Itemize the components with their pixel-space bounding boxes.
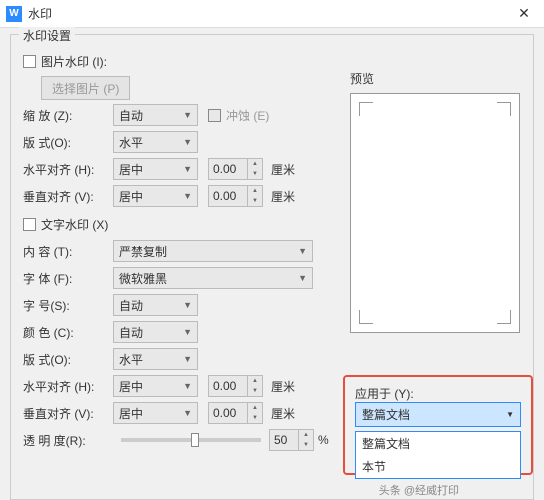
content-select[interactable]: 严禁复制▼ (113, 240, 313, 262)
text-wm-checkbox[interactable] (23, 218, 36, 231)
img-halign-select[interactable]: 居中▼ (113, 158, 198, 180)
img-layout-label: 版 式(O): (23, 134, 113, 151)
apply-to-group: 应用于 (Y): 整篇文档▼ 整篇文档 本节 (343, 375, 533, 475)
opacity-slider[interactable] (121, 438, 261, 442)
color-select[interactable]: 自动▼ (113, 321, 198, 343)
txt-layout-label: 版 式(O): (23, 351, 113, 368)
font-select[interactable]: 微软雅黑▼ (113, 267, 313, 289)
txt-valign-select[interactable]: 居中▼ (113, 402, 198, 424)
preview-label: 预览 (350, 70, 520, 87)
color-label: 颜 色 (C): (23, 324, 113, 341)
scale-label: 缩 放 (Z): (23, 107, 113, 124)
chevron-down-icon: ▼ (183, 164, 192, 174)
text-wm-label: 文字水印 (X) (41, 216, 108, 233)
chevron-down-icon: ▼ (183, 137, 192, 147)
apply-dropdown: 整篇文档 本节 (355, 431, 521, 479)
txt-halign-num[interactable]: 0.00▲▼ (208, 375, 263, 397)
image-wm-label: 图片水印 (I): (41, 53, 107, 70)
close-button[interactable]: ✕ (504, 0, 544, 28)
txt-valign-num[interactable]: 0.00▲▼ (208, 402, 263, 424)
select-image-button[interactable]: 选择图片 (P) (41, 76, 130, 100)
preview-box (350, 93, 520, 333)
titlebar: W 水印 ✕ (0, 0, 544, 28)
image-wm-checkbox[interactable] (23, 55, 36, 68)
img-layout-select[interactable]: 水平▼ (113, 131, 198, 153)
dropdown-triangle-icon: ▼ (506, 410, 514, 419)
img-halign-num[interactable]: 0.00▲▼ (208, 158, 263, 180)
panel-title: 水印设置 (19, 27, 75, 44)
spin-down-icon: ▼ (248, 169, 262, 179)
chevron-down-icon: ▼ (183, 191, 192, 201)
unit: 厘米 (271, 161, 295, 178)
content-label: 内 容 (T): (23, 243, 113, 260)
txt-halign-label: 水平对齐 (H): (23, 378, 113, 395)
opacity-num[interactable]: 50▲▼ (269, 429, 314, 451)
text-wm-row: 文字水印 (X) (23, 213, 343, 235)
preview-area: 预览 (350, 70, 520, 333)
scale-select[interactable]: 自动▼ (113, 104, 198, 126)
img-valign-num[interactable]: 0.00▲▼ (208, 185, 263, 207)
size-select[interactable]: 自动▼ (113, 294, 198, 316)
img-valign-label: 垂直对齐 (V): (23, 188, 113, 205)
txt-layout-select[interactable]: 水平▼ (113, 348, 198, 370)
txt-halign-select[interactable]: 居中▼ (113, 375, 198, 397)
opacity-label: 透 明 度(R): (23, 432, 113, 449)
footer-attribution: 头条 @经威打印 (379, 482, 459, 498)
font-label: 字 体 (F): (23, 270, 113, 287)
size-label: 字 号(S): (23, 297, 113, 314)
chevron-down-icon: ▼ (183, 110, 192, 120)
image-wm-row: 图片水印 (I): (23, 50, 343, 72)
spin-up-icon: ▲ (248, 159, 262, 169)
txt-valign-label: 垂直对齐 (V): (23, 405, 113, 422)
apply-select[interactable]: 整篇文档▼ (355, 402, 521, 427)
img-valign-select[interactable]: 居中▼ (113, 185, 198, 207)
img-halign-label: 水平对齐 (H): (23, 161, 113, 178)
window-title: 水印 (28, 5, 504, 22)
apply-option-all[interactable]: 整篇文档 (356, 432, 520, 455)
app-icon: W (6, 6, 22, 22)
slider-thumb[interactable] (191, 433, 199, 447)
washout-label: 冲蚀 (E) (226, 107, 269, 124)
washout-checkbox[interactable] (208, 109, 221, 122)
apply-label: 应用于 (Y): (355, 385, 521, 402)
apply-option-section[interactable]: 本节 (356, 455, 520, 478)
